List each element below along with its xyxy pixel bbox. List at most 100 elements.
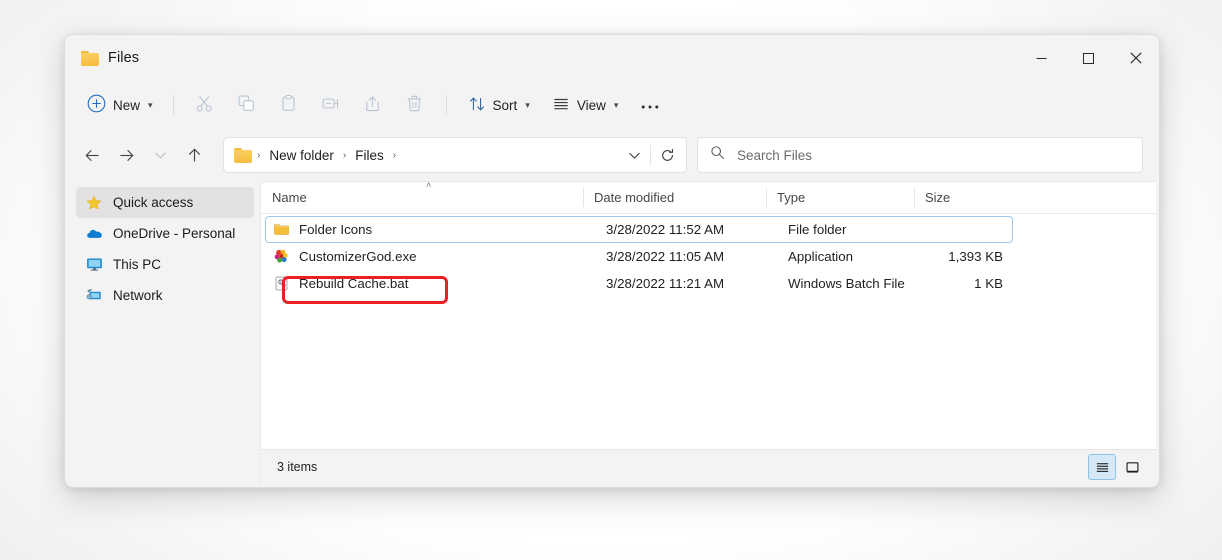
folder-icon (234, 148, 252, 163)
window-title: Files (108, 50, 139, 66)
monitor-icon (85, 256, 103, 274)
address-bar-row: › New folder › Files › (65, 129, 1159, 181)
sidebar-item-label: Network (113, 288, 163, 303)
table-row[interactable]: Rebuild Cache.bat 3/28/2022 11:21 AM Win… (265, 270, 1013, 297)
file-date-cell: 3/28/2022 11:52 AM (586, 222, 769, 237)
details-view-button[interactable] (1088, 454, 1116, 480)
column-header-size[interactable]: Size (914, 182, 1016, 213)
sidebar-item-label: Quick access (113, 195, 193, 210)
file-type-cell: Windows Batch File (769, 276, 917, 291)
navigation-pane: Quick access OneDrive - Personal (68, 181, 260, 484)
paste-icon (279, 94, 298, 116)
table-row[interactable]: Folder Icons 3/28/2022 11:52 AM File fol… (265, 216, 1013, 243)
title-bar-left: Files (65, 50, 139, 66)
file-type-cell: Application (769, 249, 917, 264)
column-header-label: Name (272, 190, 307, 205)
file-name-cell: Folder Icons (266, 221, 586, 238)
chevron-down-icon: ▾ (614, 101, 619, 110)
breadcrumb-separator[interactable]: › (390, 142, 399, 168)
chevron-down-icon: ▾ (148, 101, 153, 110)
file-name-label: CustomizerGod.exe (299, 249, 417, 264)
column-header-date-modified[interactable]: Date modified (583, 182, 766, 213)
search-input[interactable] (735, 147, 1130, 164)
sort-button-label: Sort (493, 98, 518, 113)
sort-arrows-icon (468, 95, 486, 116)
column-header-label: Type (777, 190, 805, 205)
sidebar-item-label: This PC (113, 257, 161, 272)
paste-button[interactable] (269, 88, 309, 122)
file-list[interactable]: Folder Icons 3/28/2022 11:52 AM File fol… (261, 214, 1156, 449)
column-header-name[interactable]: Name ˄ (261, 182, 583, 213)
copy-button[interactable] (227, 88, 267, 122)
file-name-label: Rebuild Cache.bat (299, 276, 408, 291)
large-icons-view-button[interactable] (1118, 454, 1146, 480)
breadcrumb-separator[interactable]: › (254, 142, 263, 168)
title-bar: Files (65, 35, 1159, 81)
file-type-cell: File folder (769, 222, 917, 237)
window-controls (1018, 35, 1159, 81)
new-button-label: New (113, 98, 140, 113)
share-icon (363, 94, 382, 116)
breadcrumb-dropdown-button[interactable] (619, 141, 649, 169)
breadcrumb[interactable]: › New folder › Files › (223, 137, 687, 173)
column-header-type[interactable]: Type (766, 182, 914, 213)
minimize-button[interactable] (1018, 35, 1065, 81)
refresh-button[interactable] (652, 141, 682, 169)
view-button-label: View (577, 98, 606, 113)
recent-locations-button[interactable] (143, 139, 177, 171)
chevron-down-icon: ▾ (525, 101, 530, 110)
view-toggle-group (1088, 454, 1146, 480)
sidebar-item-quick-access[interactable]: Quick access (76, 187, 254, 218)
sort-button[interactable]: Sort ▾ (458, 88, 540, 122)
file-name-cell: Rebuild Cache.bat (266, 275, 586, 292)
rename-button[interactable] (311, 88, 351, 122)
column-header-label: Date modified (594, 190, 674, 205)
file-name-label: Folder Icons (299, 222, 372, 237)
more-options-button[interactable] (630, 88, 670, 122)
folder-icon (273, 221, 290, 238)
column-headers: Name ˄ Date modified Type Size (261, 182, 1156, 214)
ellipsis-icon (640, 98, 660, 113)
batch-file-icon (273, 275, 290, 292)
view-button[interactable]: View ▾ (542, 88, 629, 122)
star-icon (85, 194, 103, 212)
delete-button[interactable] (395, 88, 435, 122)
file-name-cell: CustomizerGod.exe (266, 248, 586, 265)
window-body: Quick access OneDrive - Personal (65, 181, 1159, 487)
back-button[interactable] (75, 139, 109, 171)
file-size-cell: 1 KB (917, 276, 1012, 291)
desktop-background: Files (0, 0, 1222, 560)
sidebar-item-this-pc[interactable]: This PC (76, 249, 254, 280)
sidebar-item-network[interactable]: Network (76, 280, 254, 311)
up-button[interactable] (177, 139, 211, 171)
file-size-cell: 1,393 KB (917, 249, 1012, 264)
file-explorer-window: Files (64, 34, 1160, 488)
sidebar-item-label: OneDrive - Personal (113, 226, 235, 241)
folder-icon (81, 51, 99, 66)
status-bar: 3 items (261, 449, 1156, 484)
scissors-icon (195, 94, 214, 116)
file-list-pane: Name ˄ Date modified Type Size (260, 181, 1156, 484)
customizergod-pinwheel-icon (273, 248, 290, 265)
forward-button[interactable] (109, 139, 143, 171)
breadcrumb-item-files[interactable]: Files (349, 142, 390, 168)
network-icon (85, 287, 103, 305)
close-button[interactable] (1112, 35, 1159, 81)
column-header-label: Size (925, 190, 950, 205)
plus-circle-icon (87, 94, 106, 116)
list-lines-icon (552, 95, 570, 116)
cut-button[interactable] (185, 88, 225, 122)
toolbar: New ▾ (65, 81, 1159, 129)
search-icon (710, 145, 725, 165)
trash-icon (405, 94, 424, 116)
table-row[interactable]: CustomizerGod.exe 3/28/2022 11:05 AM App… (265, 243, 1013, 270)
copy-icon (237, 94, 256, 116)
breadcrumb-item-new-folder[interactable]: New folder (263, 142, 340, 168)
share-button[interactable] (353, 88, 393, 122)
sidebar-item-onedrive[interactable]: OneDrive - Personal (76, 218, 254, 249)
breadcrumb-separator[interactable]: › (340, 142, 349, 168)
search-box[interactable] (697, 137, 1143, 173)
maximize-button[interactable] (1065, 35, 1112, 81)
new-button[interactable]: New ▾ (79, 88, 162, 122)
rename-icon (321, 94, 340, 116)
